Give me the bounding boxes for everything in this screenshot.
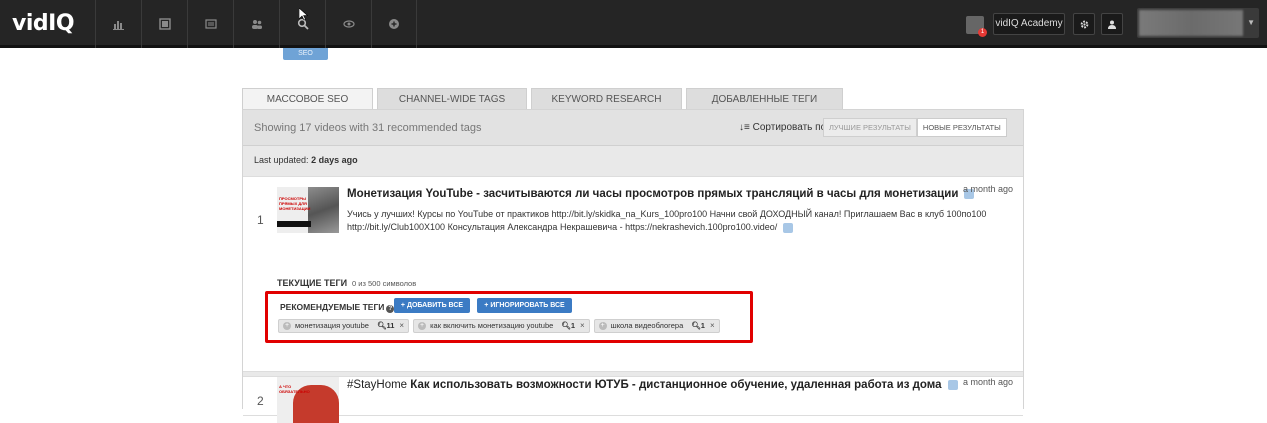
account-selector[interactable]: ▼ [1137,8,1259,38]
video-age: a month ago [962,377,1013,387]
plus-icon[interactable]: + [598,322,607,330]
notifications-button[interactable]: 1 [966,16,987,37]
close-icon[interactable]: × [580,320,585,332]
thumbnail-text: ПРОСМОТРЫ ПРЯМЫХ ДЛЯ МОНЕТИЗАЦИИ [279,196,311,211]
notification-badge: 1 [978,28,987,37]
plus-icon[interactable]: + [418,322,427,330]
showing-count: Showing 17 videos with 31 recommended ta… [254,122,482,134]
tag-chip[interactable]: + школа видеоблогера 🔍︎1 × [593,319,720,333]
tag-chip[interactable]: + монетизация youtube 🔍︎11 × [278,319,410,333]
tab-added-tags[interactable]: ДОБАВЛЕННЫЕ ТЕГИ [686,88,843,110]
results-bar: Showing 17 videos with 31 recommended ta… [243,110,1023,146]
tab-channel-wide-tags[interactable]: CHANNEL-WIDE TAGS [377,88,527,110]
video-thumbnail[interactable]: ПРОСМОТРЫ ПРЯМЫХ ДЛЯ МОНЕТИЗАЦИИ [277,187,339,233]
thumbnail-band [277,221,311,227]
sort-toggle: ЛУЧШИЕ РЕЗУЛЬТАТЫ НОВЫЕ РЕЗУЛЬТАТЫ [823,118,1007,137]
video-description: Учись у лучших! Курсы по YouTube от прак… [347,208,987,234]
close-icon[interactable]: × [710,320,715,332]
mouse-cursor-icon [298,7,309,24]
film-icon[interactable] [141,0,187,48]
thumbnail-photo [308,187,339,233]
tag-text: монетизация youtube [295,321,369,330]
sort-best-button[interactable]: ЛУЧШИЕ РЕЗУЛЬТАТЫ [823,118,917,137]
tag-count-value: 1 [700,321,705,330]
video-card: 1 ПРОСМОТРЫ ПРЯМЫХ ДЛЯ МОНЕТИЗАЦИИ Монет… [243,176,1023,372]
video-number: 2 [257,394,264,408]
tag-count: 🔍︎1 [691,321,705,330]
tag-count: 🔍︎11 [376,321,395,330]
bulk-seo-panel: МАССОВОЕ SEO CHANNEL-WIDE TAGS KEYWORD R… [242,88,1024,423]
sort-icon: ↓≡ [739,122,753,133]
users-icon[interactable] [233,0,279,48]
list-icon[interactable] [187,0,233,48]
tag-count: 🔍︎1 [561,321,575,330]
video-title[interactable]: #StayHome Как использовать возможности Ю… [347,379,958,391]
sort-label: ↓≡ Сортировать по [739,122,826,133]
video-card: 2 А ЧТО ОБЯЗАТЕЛЬНО #StayHome Как исполь… [243,376,1023,423]
add-all-button[interactable]: + ДОБАВИТЬ ВСЕ [394,298,470,313]
current-tags-count: 0 из 500 символов [352,279,417,288]
highlight-box: РЕКОМЕНДУЕМЫЕ ТЕГИ? + ДОБАВИТЬ ВСЕ + ИГН… [265,291,753,343]
current-tags-label: ТЕКУЩИЕ ТЕГИ [277,278,348,288]
video-title[interactable]: Монетизация YouTube - засчитываются ли ч… [347,188,975,200]
video-title-text[interactable]: Как использовать возможности ЮТУБ - дист… [410,379,941,391]
video-title-text[interactable]: Монетизация YouTube - засчитываются ли ч… [347,188,958,200]
video-description-text: Учись у лучших! Курсы по YouTube от прак… [347,209,987,232]
vidiq-academy-button[interactable]: vidIQ Academy [993,13,1065,35]
video-number: 1 [257,213,264,227]
video-thumbnail[interactable]: А ЧТО ОБЯЗАТЕЛЬНО [277,377,339,423]
gear-icon[interactable] [1073,13,1095,35]
tag-count-value: 11 [386,321,395,330]
last-updated-label: Last updated: [254,155,309,165]
tag-text: как включить монетизацию youtube [430,321,554,330]
video-age: a month ago [962,184,1013,194]
plus-circle-icon[interactable] [371,0,417,48]
recommended-tags-list: + монетизация youtube 🔍︎11 × + как включить … [278,319,724,333]
main-nav [95,0,417,48]
chevron-down-icon: ▼ [1247,18,1255,27]
video-title-hashtag[interactable]: #StayHome [347,379,407,391]
account-name-blurred [1139,10,1243,36]
tag-count-value: 1 [570,321,575,330]
last-updated: Last updated: 2 days ago [254,155,358,165]
close-icon[interactable]: × [399,320,404,332]
sort-new-button[interactable]: НОВЫЕ РЕЗУЛЬТАТЫ [916,118,1007,137]
tag-chip[interactable]: + как включить монетизацию youtube 🔍︎1 × [413,319,590,333]
edit-description-icon[interactable] [783,222,794,233]
tag-text: школа видеоблогера [610,321,684,330]
last-updated-value: 2 days ago [311,155,358,165]
vidiq-logo[interactable]: vidIQ [12,11,75,36]
tab-bar: МАССОВОЕ SEO CHANNEL-WIDE TAGS KEYWORD R… [242,88,847,111]
ignore-all-button[interactable]: + ИГНОРИРОВАТЬ ВСЕ [477,298,572,313]
user-icon[interactable] [1101,13,1123,35]
sort-label-text: Сортировать по [752,122,827,133]
tab-bulk-seo[interactable]: МАССОВОЕ SEO [242,88,373,111]
current-tags: ТЕКУЩИЕ ТЕГИ 0 из 500 символов [277,278,416,288]
plus-icon[interactable]: + [283,322,291,330]
tab-content: Showing 17 videos with 31 recommended ta… [242,109,1024,423]
stats-icon[interactable] [95,0,141,48]
top-navbar: vidIQ 1 vidIQ Academy ▼ [0,0,1267,48]
recommended-tags-text: РЕКОМЕНДУЕМЫЕ ТЕГИ [280,302,385,312]
seo-indicator[interactable]: SEO [283,48,328,60]
eye-icon[interactable] [325,0,371,48]
tab-keyword-research[interactable]: KEYWORD RESEARCH [531,88,682,110]
edit-icon[interactable] [947,379,958,390]
thumbnail-text: А ЧТО ОБЯЗАТЕЛЬНО [279,384,310,394]
recommended-tags-label: РЕКОМЕНДУЕМЫЕ ТЕГИ? [280,302,395,313]
